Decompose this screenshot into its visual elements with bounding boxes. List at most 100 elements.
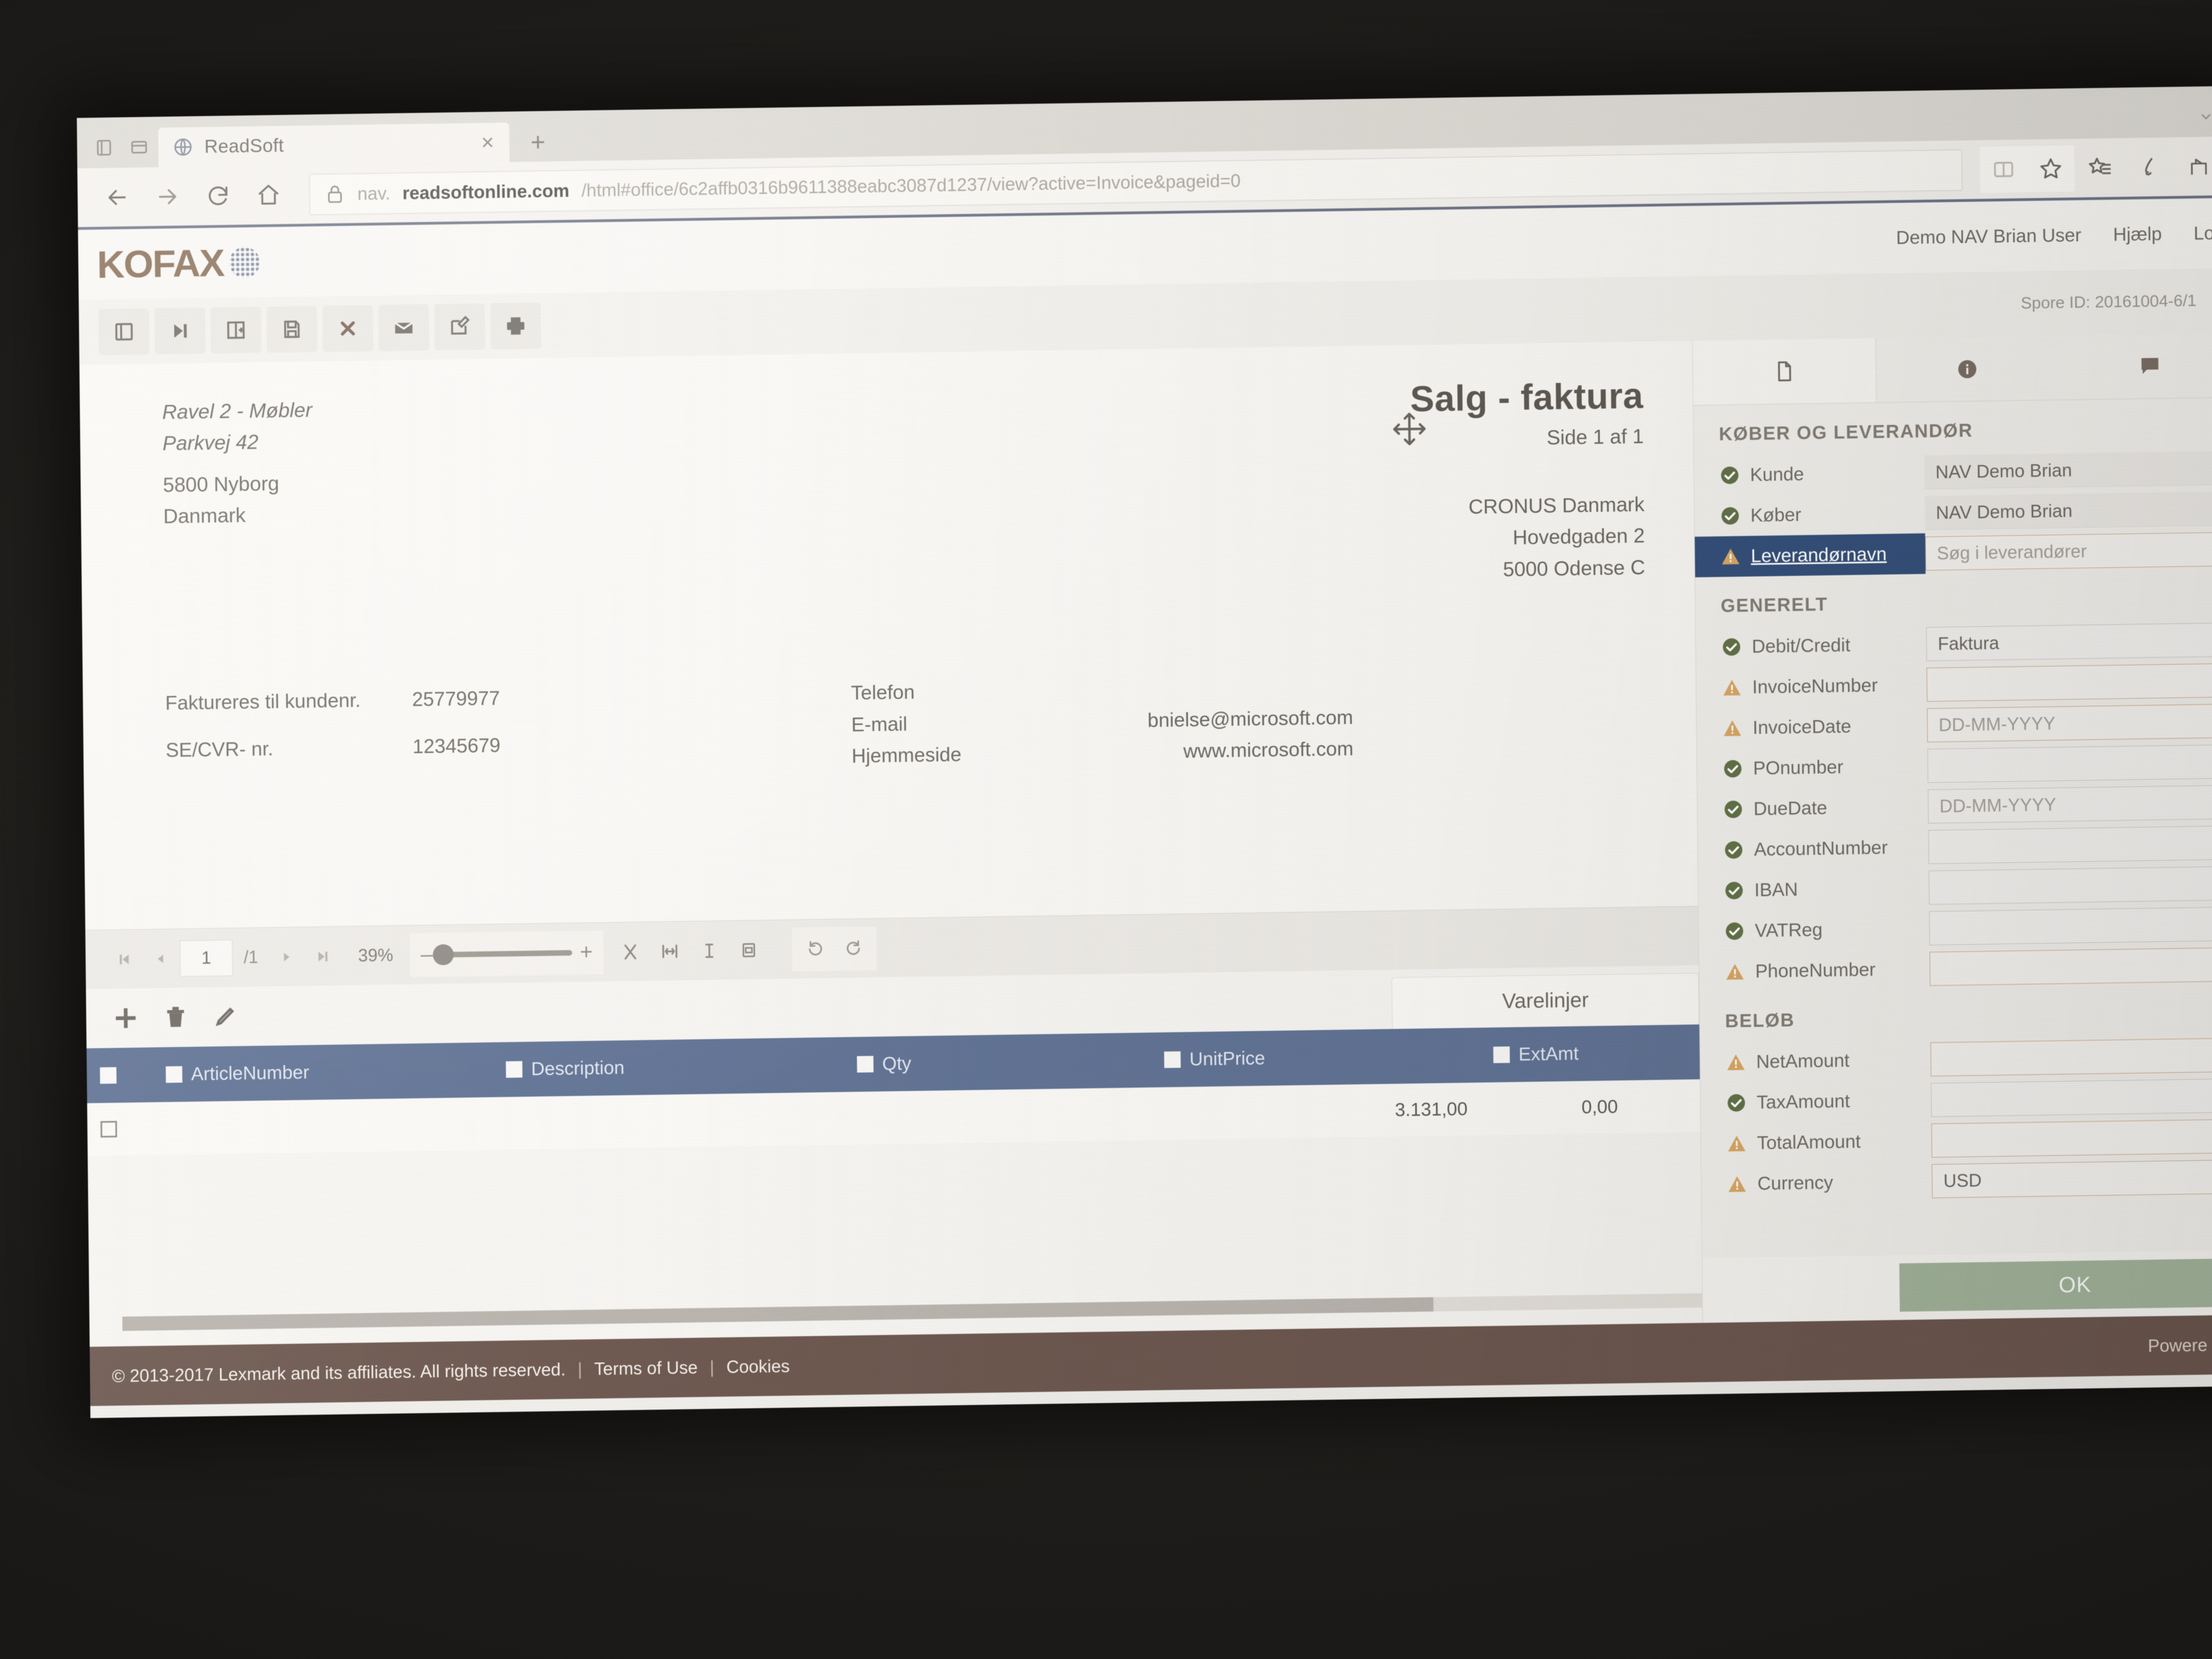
field-row-leverandornavn[interactable]: Leverandørnavn Søg i leverandører (1695, 529, 2212, 578)
mail-icon[interactable] (378, 304, 430, 351)
horizontal-scrollbar[interactable] (122, 1293, 1702, 1331)
select-all-checkbox[interactable] (87, 1047, 153, 1103)
field-input-duedate[interactable]: DD-MM-YYYY (1927, 785, 2212, 824)
info-tab[interactable] (1876, 335, 2059, 402)
cookies-link[interactable]: Cookies (726, 1356, 790, 1377)
field-input-ponumber[interactable] (1927, 744, 2212, 783)
split-document-icon[interactable] (210, 307, 262, 354)
status-ok-icon (1720, 505, 1741, 527)
add-line-icon[interactable] (112, 1005, 139, 1032)
cell-qty[interactable] (844, 1087, 1152, 1144)
field-input-leverandornavn[interactable]: Søg i leverandører (1925, 532, 2212, 571)
terms-of-use-link[interactable]: Terms of Use (594, 1357, 698, 1379)
zoom-out-button[interactable]: – (421, 943, 433, 967)
field-input-netamount[interactable] (1930, 1037, 2212, 1077)
field-input-debitcredit[interactable]: Faktura (1926, 622, 2212, 662)
ok-button[interactable]: OK (1899, 1258, 2212, 1312)
fit-width-icon[interactable] (653, 933, 687, 969)
web-note-icon[interactable] (2126, 144, 2174, 190)
forward-arrow-icon[interactable] (144, 173, 191, 219)
zoom-slider-group[interactable]: – + (409, 930, 604, 977)
field-row-invoicedate[interactable]: InvoiceDate DD-MM-YYYY (1696, 701, 2212, 749)
favorites-list-icon[interactable] (2076, 144, 2124, 191)
close-tab-icon[interactable]: × (476, 130, 500, 155)
column-extamt[interactable]: ExtAmt (1480, 1024, 1700, 1082)
zoom-in-button[interactable]: + (580, 940, 593, 964)
row-checkbox[interactable] (87, 1102, 154, 1156)
first-page-icon[interactable] (108, 941, 142, 978)
delete-line-icon[interactable] (163, 1005, 188, 1030)
help-link[interactable]: Hjælp (2113, 223, 2162, 245)
home-icon[interactable] (245, 172, 292, 218)
field-input-accountnumber[interactable] (1928, 825, 2212, 865)
field-row-phonenumber[interactable]: PhoneNumber (1699, 944, 2212, 992)
cell-extamt[interactable]: 0,00 (1481, 1079, 1701, 1135)
rotate-right-icon[interactable] (837, 930, 872, 967)
field-row-debitcredit[interactable]: Debit/Credit Faktura (1696, 619, 2212, 668)
field-row-invoicenumber[interactable]: InvoiceNumber (1696, 660, 2212, 709)
field-input-invoicedate[interactable]: DD-MM-YYYY (1927, 703, 2212, 743)
varelinjer-tab[interactable]: Varelinjer (1391, 973, 1700, 1029)
field-input-kober[interactable]: NAV Demo Brian (1925, 491, 2212, 531)
field-row-vatreg[interactable]: VATReg (1699, 903, 2212, 952)
back-arrow-icon[interactable] (94, 174, 140, 221)
reject-icon[interactable] (322, 305, 374, 352)
tab-dropdown-icon[interactable] (2190, 100, 2212, 133)
field-input-iban[interactable] (1928, 866, 2212, 905)
next-document-icon[interactable] (154, 307, 206, 354)
snapshot-icon[interactable] (732, 932, 766, 968)
column-description[interactable]: Description (493, 1037, 844, 1097)
field-row-ponumber[interactable]: POnumber (1697, 741, 2212, 789)
save-icon[interactable] (266, 306, 318, 353)
kofax-logo[interactable]: KOFAX (97, 240, 261, 286)
fit-page-icon[interactable] (613, 933, 648, 970)
field-input-taxamount[interactable] (1931, 1078, 2212, 1118)
share-icon[interactable] (2175, 143, 2212, 189)
field-row-netamount[interactable]: NetAmount (1700, 1034, 2212, 1083)
reading-view-icon[interactable] (1980, 146, 2028, 193)
page-number-input[interactable]: 1 (179, 939, 233, 977)
view-layout-icon[interactable] (98, 308, 150, 356)
cell-unitprice[interactable]: 3.131,00 (1152, 1082, 1481, 1140)
print-icon[interactable] (490, 302, 541, 349)
favorite-star-icon[interactable] (2027, 145, 2075, 191)
field-input-phonenumber[interactable] (1929, 947, 2212, 986)
field-input-kunde[interactable]: NAV Demo Brian (1924, 450, 2212, 490)
cell-articlenumber[interactable] (153, 1097, 494, 1155)
document-viewer[interactable]: Ravel 2 - Møbler Parkvej 42 5800 Nyborg … (79, 341, 1703, 1347)
field-row-currency[interactable]: Currency USD (1701, 1156, 2212, 1205)
column-qty[interactable]: Qty (844, 1032, 1152, 1092)
field-row-kober[interactable]: Køber NAV Demo Brian (1694, 488, 2212, 537)
reload-icon[interactable] (195, 172, 241, 219)
document-tab[interactable] (1692, 338, 1877, 405)
field-input-totalamount[interactable] (1931, 1119, 2212, 1158)
field-row-accountnumber[interactable]: AccountNumber (1698, 822, 2212, 871)
field-row-duedate[interactable]: DueDate DD-MM-YYYY (1697, 781, 2212, 830)
field-input-invoicenumber[interactable] (1926, 663, 2212, 702)
prev-page-icon[interactable] (144, 940, 178, 977)
text-select-icon[interactable] (692, 932, 727, 969)
field-row-iban[interactable]: IBAN (1699, 862, 2212, 911)
field-row-kunde[interactable]: Kunde NAV Demo Brian (1694, 448, 2212, 496)
field-input-vatreg[interactable] (1929, 906, 2212, 946)
edit-line-icon[interactable] (212, 1004, 238, 1030)
column-unitprice[interactable]: UnitPrice (1151, 1028, 1481, 1087)
new-tab-button[interactable]: + (512, 122, 563, 162)
last-page-icon[interactable] (305, 938, 340, 975)
field-row-taxamount[interactable]: TaxAmount (1701, 1075, 2212, 1124)
current-user-label[interactable]: Demo NAV Brian User (1896, 224, 2081, 249)
next-page-icon[interactable] (269, 939, 303, 975)
field-row-totalamount[interactable]: TotalAmount (1701, 1115, 2212, 1164)
rotate-left-icon[interactable] (798, 930, 832, 967)
tab-preview-icon[interactable] (123, 131, 155, 163)
browser-tab[interactable]: ReadSoft × (158, 122, 510, 167)
logout-link[interactable]: Lo (2193, 223, 2212, 245)
column-articlenumber[interactable]: ArticleNumber (153, 1042, 493, 1102)
comment-tab[interactable] (2058, 333, 2212, 400)
zoom-slider-knob[interactable] (432, 944, 454, 966)
edit-icon[interactable] (434, 303, 486, 351)
field-input-currency[interactable]: USD (1932, 1159, 2212, 1199)
cell-description[interactable] (493, 1092, 845, 1149)
zoom-slider[interactable] (432, 944, 573, 966)
browser-menu-icon[interactable] (88, 132, 120, 164)
